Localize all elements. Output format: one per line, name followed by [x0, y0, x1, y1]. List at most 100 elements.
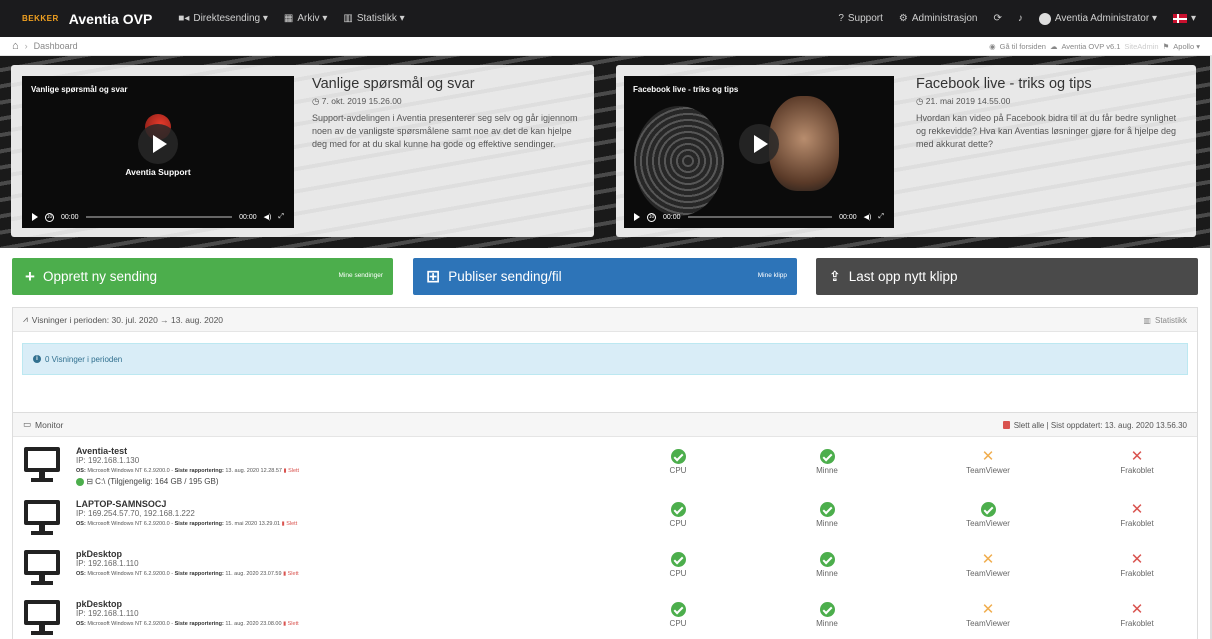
views-panel: ⩘ Visninger i perioden: 30. jul. 2020 → … [12, 307, 1198, 413]
monitor-panel: ▭ Monitor Slett alle | Sist oppdatert: 1… [12, 412, 1198, 639]
video-date-text: 7. okt. 2019 15.26.00 [321, 96, 402, 106]
menu-statistikk[interactable]: ▥ Statistikk ▾ [343, 13, 404, 24]
os-value: Microsoft Windows NT 6.2.9200.0 [87, 571, 170, 577]
pc-screen-shape [24, 600, 60, 625]
brand-title[interactable]: Aventia OVP [69, 11, 153, 27]
stat-icon-wrap [787, 602, 867, 617]
memory-status: Minne [787, 552, 867, 578]
progress-bar[interactable] [85, 216, 233, 218]
cpu-status: CPU [638, 449, 718, 475]
computer-name: pkDesktop [76, 549, 123, 559]
stat-icon-wrap: ✕ [948, 602, 1028, 617]
disconnected-label: Frakoblet [1120, 619, 1154, 628]
control-play-icon[interactable] [634, 213, 640, 221]
monitor-info: pkDesktop IP: 192.168.1.110 OS: Microsof… [76, 599, 299, 629]
trash-icon[interactable] [1002, 421, 1010, 429]
delete-link[interactable]: ▮ Slett [282, 521, 298, 527]
disconnected-x-icon: ✕ [1130, 501, 1144, 518]
menu-arkiv-label: Arkiv ▾ [297, 13, 328, 24]
support-link[interactable]: ? Support [838, 13, 883, 24]
rewind-10-icon[interactable]: 10 [45, 212, 54, 222]
play-button[interactable] [739, 124, 779, 165]
stat-icon-wrap [638, 449, 718, 464]
rewind-10-icon[interactable]: 10 [647, 212, 656, 222]
sitename-label[interactable]: SiteAdmin [1124, 42, 1158, 51]
monitor-panel-header: ▭ Monitor Slett alle | Sist oppdatert: 1… [13, 413, 1197, 437]
os-value: Microsoft Windows NT 6.2.9200.0 [87, 621, 170, 627]
create-broadcast-button[interactable]: + Opprett ny sending Mine sendinger [12, 258, 393, 295]
hdd-icon: ⊟ [86, 477, 93, 486]
apollo-selector[interactable]: Apollo ▾ [1173, 42, 1200, 51]
bell-icon[interactable]: ♪ [1018, 13, 1023, 24]
video-title[interactable]: Facebook live - triks og tips [916, 76, 1188, 92]
teamviewer-label: TeamViewer [966, 619, 1010, 628]
menu-direktesending-label: Direktesending ▾ [193, 13, 268, 24]
delete-label: Slett [286, 521, 298, 527]
refresh-icon[interactable]: ⟳ [993, 13, 1001, 24]
desktop-computer-icon [24, 500, 60, 540]
reported-label: Siste rapportering: [174, 468, 224, 474]
reported-label: Siste rapportering: [174, 621, 224, 627]
delete-link[interactable]: ▮ Slett [283, 571, 299, 577]
progress-bar[interactable] [687, 216, 833, 218]
monitor-heading: Monitor [35, 419, 64, 430]
monitor-icon: ▭ [23, 419, 32, 429]
views-info-text: 0 Visninger i perioden [45, 354, 123, 364]
control-play-icon[interactable] [32, 213, 38, 221]
video-player[interactable]: Vanlige spørsmål og svar Aventia Support… [22, 76, 294, 228]
volume-icon[interactable]: ◀) [264, 213, 272, 221]
video-title[interactable]: Vanlige spørsmål og svar [312, 76, 587, 92]
os-label: OS: [76, 468, 86, 474]
trash-icon: ▮ [283, 571, 287, 577]
volume-icon[interactable]: ◀) [864, 213, 872, 221]
memory-label: Minne [816, 519, 838, 528]
desktop-computer-icon [24, 600, 60, 639]
cpu-label: CPU [669, 519, 687, 528]
reported-value: 11. aug. 2020 23.08.00 [225, 621, 282, 627]
fullscreen-icon[interactable]: ⤢ [878, 213, 884, 221]
play-circle [739, 124, 779, 165]
bekker-logo[interactable]: BEKKER [22, 14, 59, 23]
user-menu[interactable]: Aventia Administrator ▾ [1038, 12, 1157, 25]
my-clips-link[interactable]: Mine klipp [758, 272, 787, 279]
computer-ip: IP: 169.254.57.70, 192.168.1.222 [76, 509, 195, 518]
delete-label: Slett [287, 571, 299, 577]
statistics-link[interactable]: ▥ Statistikk [1143, 308, 1187, 332]
support-label: Support [847, 13, 883, 24]
connection-status: ✕ Frakoblet [1097, 449, 1177, 475]
goto-home-link[interactable]: Gå til forsiden [1000, 42, 1046, 51]
teamviewer-status: ✕ TeamViewer [948, 552, 1028, 578]
stat-icon-wrap: ✕ [1097, 602, 1177, 617]
plus-icon: + [25, 266, 35, 286]
play-circle [138, 124, 178, 165]
language-menu[interactable]: ▾ [1172, 13, 1196, 24]
views-panel-header: ⩘ Visninger i perioden: 30. jul. 2020 → … [13, 308, 1197, 332]
os-label: OS: [76, 621, 86, 627]
admin-label: Administrasjon [911, 13, 978, 24]
publish-label: Publiser sending/fil [448, 269, 562, 284]
clock-icon: ◷ [312, 96, 322, 106]
warning-x-icon: ✕ [981, 551, 995, 568]
delete-label: Slett [288, 468, 300, 474]
computer-meta: OS: Microsoft Windows NT 6.2.9200.0 - Si… [76, 468, 300, 474]
computer-meta: OS: Microsoft Windows NT 6.2.9200.0 - Si… [76, 621, 299, 627]
publish-button[interactable]: ⊞ Publiser sending/fil Mine klipp [413, 258, 797, 295]
connection-status: ✕ Frakoblet [1097, 502, 1177, 528]
fullscreen-icon[interactable]: ⤢ [278, 213, 284, 221]
bar-chart-icon: ▥ [1143, 315, 1151, 325]
warning-x-icon: ✕ [981, 601, 995, 618]
os-label: OS: [76, 521, 86, 527]
menu-arkiv[interactable]: ▦ Arkiv ▾ [284, 13, 327, 24]
upload-clip-button[interactable]: ⇪ Last opp nytt klipp [816, 258, 1198, 295]
video-card: Vanlige spørsmål og svar Aventia Support… [11, 65, 594, 237]
home-icon[interactable]: ⌂ [12, 40, 19, 52]
delete-link[interactable]: ▮ Slett [283, 621, 299, 627]
admin-menu[interactable]: ⚙ Administrasjon [899, 13, 978, 24]
my-broadcasts-link[interactable]: Mine sendinger [339, 272, 383, 279]
menu-direktesending[interactable]: ■◂ Direktesending ▾ [178, 13, 268, 24]
play-button[interactable] [138, 124, 178, 165]
delete-link[interactable]: ▮ Slett [284, 468, 300, 474]
video-player[interactable]: Facebook live - triks og tips 10 00:00 0… [624, 76, 894, 228]
video-date: ◷ 21. mai 2019 14.55.00 [916, 96, 1188, 107]
monitor-status-text[interactable]: Slett alle | Sist oppdatert: 13. aug. 20… [1014, 421, 1187, 430]
